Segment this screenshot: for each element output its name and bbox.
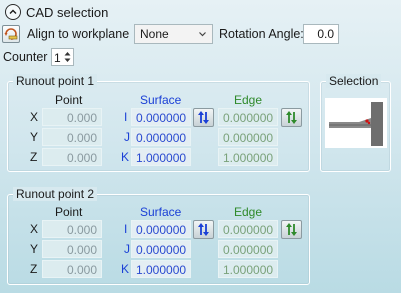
runout-point-1-title: Runout point 1	[13, 74, 98, 88]
surface-k-field[interactable]: 1.000000	[131, 148, 191, 166]
surface-column-header: Surface	[140, 93, 182, 107]
selection-title: Selection	[326, 74, 382, 88]
flip-edge-button[interactable]	[281, 108, 302, 127]
flip-edge-vector-icon	[286, 223, 297, 236]
counter-value: 1	[54, 51, 61, 65]
edge-x-field-2[interactable]: 0.000000	[218, 220, 278, 238]
surface-i-field[interactable]: 0.000000	[131, 108, 191, 126]
point-column-header: Point	[55, 93, 83, 107]
dir-label-k: K	[121, 150, 130, 164]
axis-label-y: Y	[30, 130, 39, 144]
flip-edge-button-2[interactable]	[281, 220, 302, 239]
align-label: Align to workplane	[27, 27, 130, 41]
flip-surface-button-2[interactable]	[193, 220, 214, 239]
dir-label-j: J	[124, 130, 130, 144]
chevron-down-icon	[199, 32, 206, 37]
align-workplane-button[interactable]	[2, 25, 20, 43]
point-y-field-2[interactable]: 0.000	[42, 240, 102, 258]
point-z-field-2[interactable]: 0.000	[42, 260, 102, 278]
surface-column-header-2: Surface	[140, 205, 182, 219]
point-y-field[interactable]: 0.000	[42, 128, 102, 146]
point-column-header-2: Point	[55, 205, 83, 219]
edge-column-header-2: Edge	[234, 205, 263, 219]
rotation-label: Rotation Angle:	[219, 27, 304, 41]
surface-k-field-2[interactable]: 1.000000	[131, 260, 191, 278]
flip-vector-icon	[198, 223, 209, 236]
edge-column-header: Edge	[234, 93, 263, 107]
collapse-button[interactable]	[5, 4, 21, 20]
axis-label-y-2: Y	[30, 242, 39, 256]
axis-label-z-2: Z	[30, 262, 38, 276]
counter-stepper[interactable]: 1	[51, 48, 74, 66]
edge-z-field-2[interactable]: 1.000000	[218, 260, 278, 278]
edge-x-field[interactable]: 0.000000	[218, 108, 278, 126]
align-icon	[4, 28, 18, 40]
chevron-up-icon	[9, 9, 17, 14]
dir-label-i-2: I	[124, 222, 128, 236]
align-workplane-select[interactable]: None	[134, 24, 213, 44]
surface-j-field-2[interactable]: 0.000000	[131, 240, 191, 258]
flip-vector-icon	[198, 111, 209, 124]
counter-label: Counter	[3, 50, 48, 64]
flip-surface-button[interactable]	[193, 108, 214, 127]
section-title: CAD selection	[26, 5, 109, 20]
dir-label-j-2: J	[124, 242, 130, 256]
dir-label-i: I	[124, 110, 128, 124]
edge-y-field-2[interactable]: 0.000000	[218, 240, 278, 258]
rotation-angle-input[interactable]: 0.0	[303, 24, 339, 44]
point-x-field[interactable]: 0.000	[42, 108, 102, 126]
point-x-field-2[interactable]: 0.000	[42, 220, 102, 238]
axis-label-z: Z	[30, 150, 38, 164]
edge-y-field[interactable]: 0.000000	[218, 128, 278, 146]
flip-edge-vector-icon	[286, 111, 297, 124]
runout-point-2-title: Runout point 2	[13, 187, 98, 201]
up-down-arrows-icon[interactable]	[63, 50, 72, 64]
align-select-value: None	[140, 27, 169, 41]
axis-label-x-2: X	[30, 222, 39, 236]
dir-label-k-2: K	[121, 262, 130, 276]
point-z-field[interactable]: 0.000	[42, 148, 102, 166]
selection-preview-image	[325, 98, 387, 148]
surface-j-field[interactable]: 0.000000	[131, 128, 191, 146]
axis-label-x: X	[30, 110, 39, 124]
surface-i-field-2[interactable]: 0.000000	[131, 220, 191, 238]
edge-z-field[interactable]: 1.000000	[218, 148, 278, 166]
